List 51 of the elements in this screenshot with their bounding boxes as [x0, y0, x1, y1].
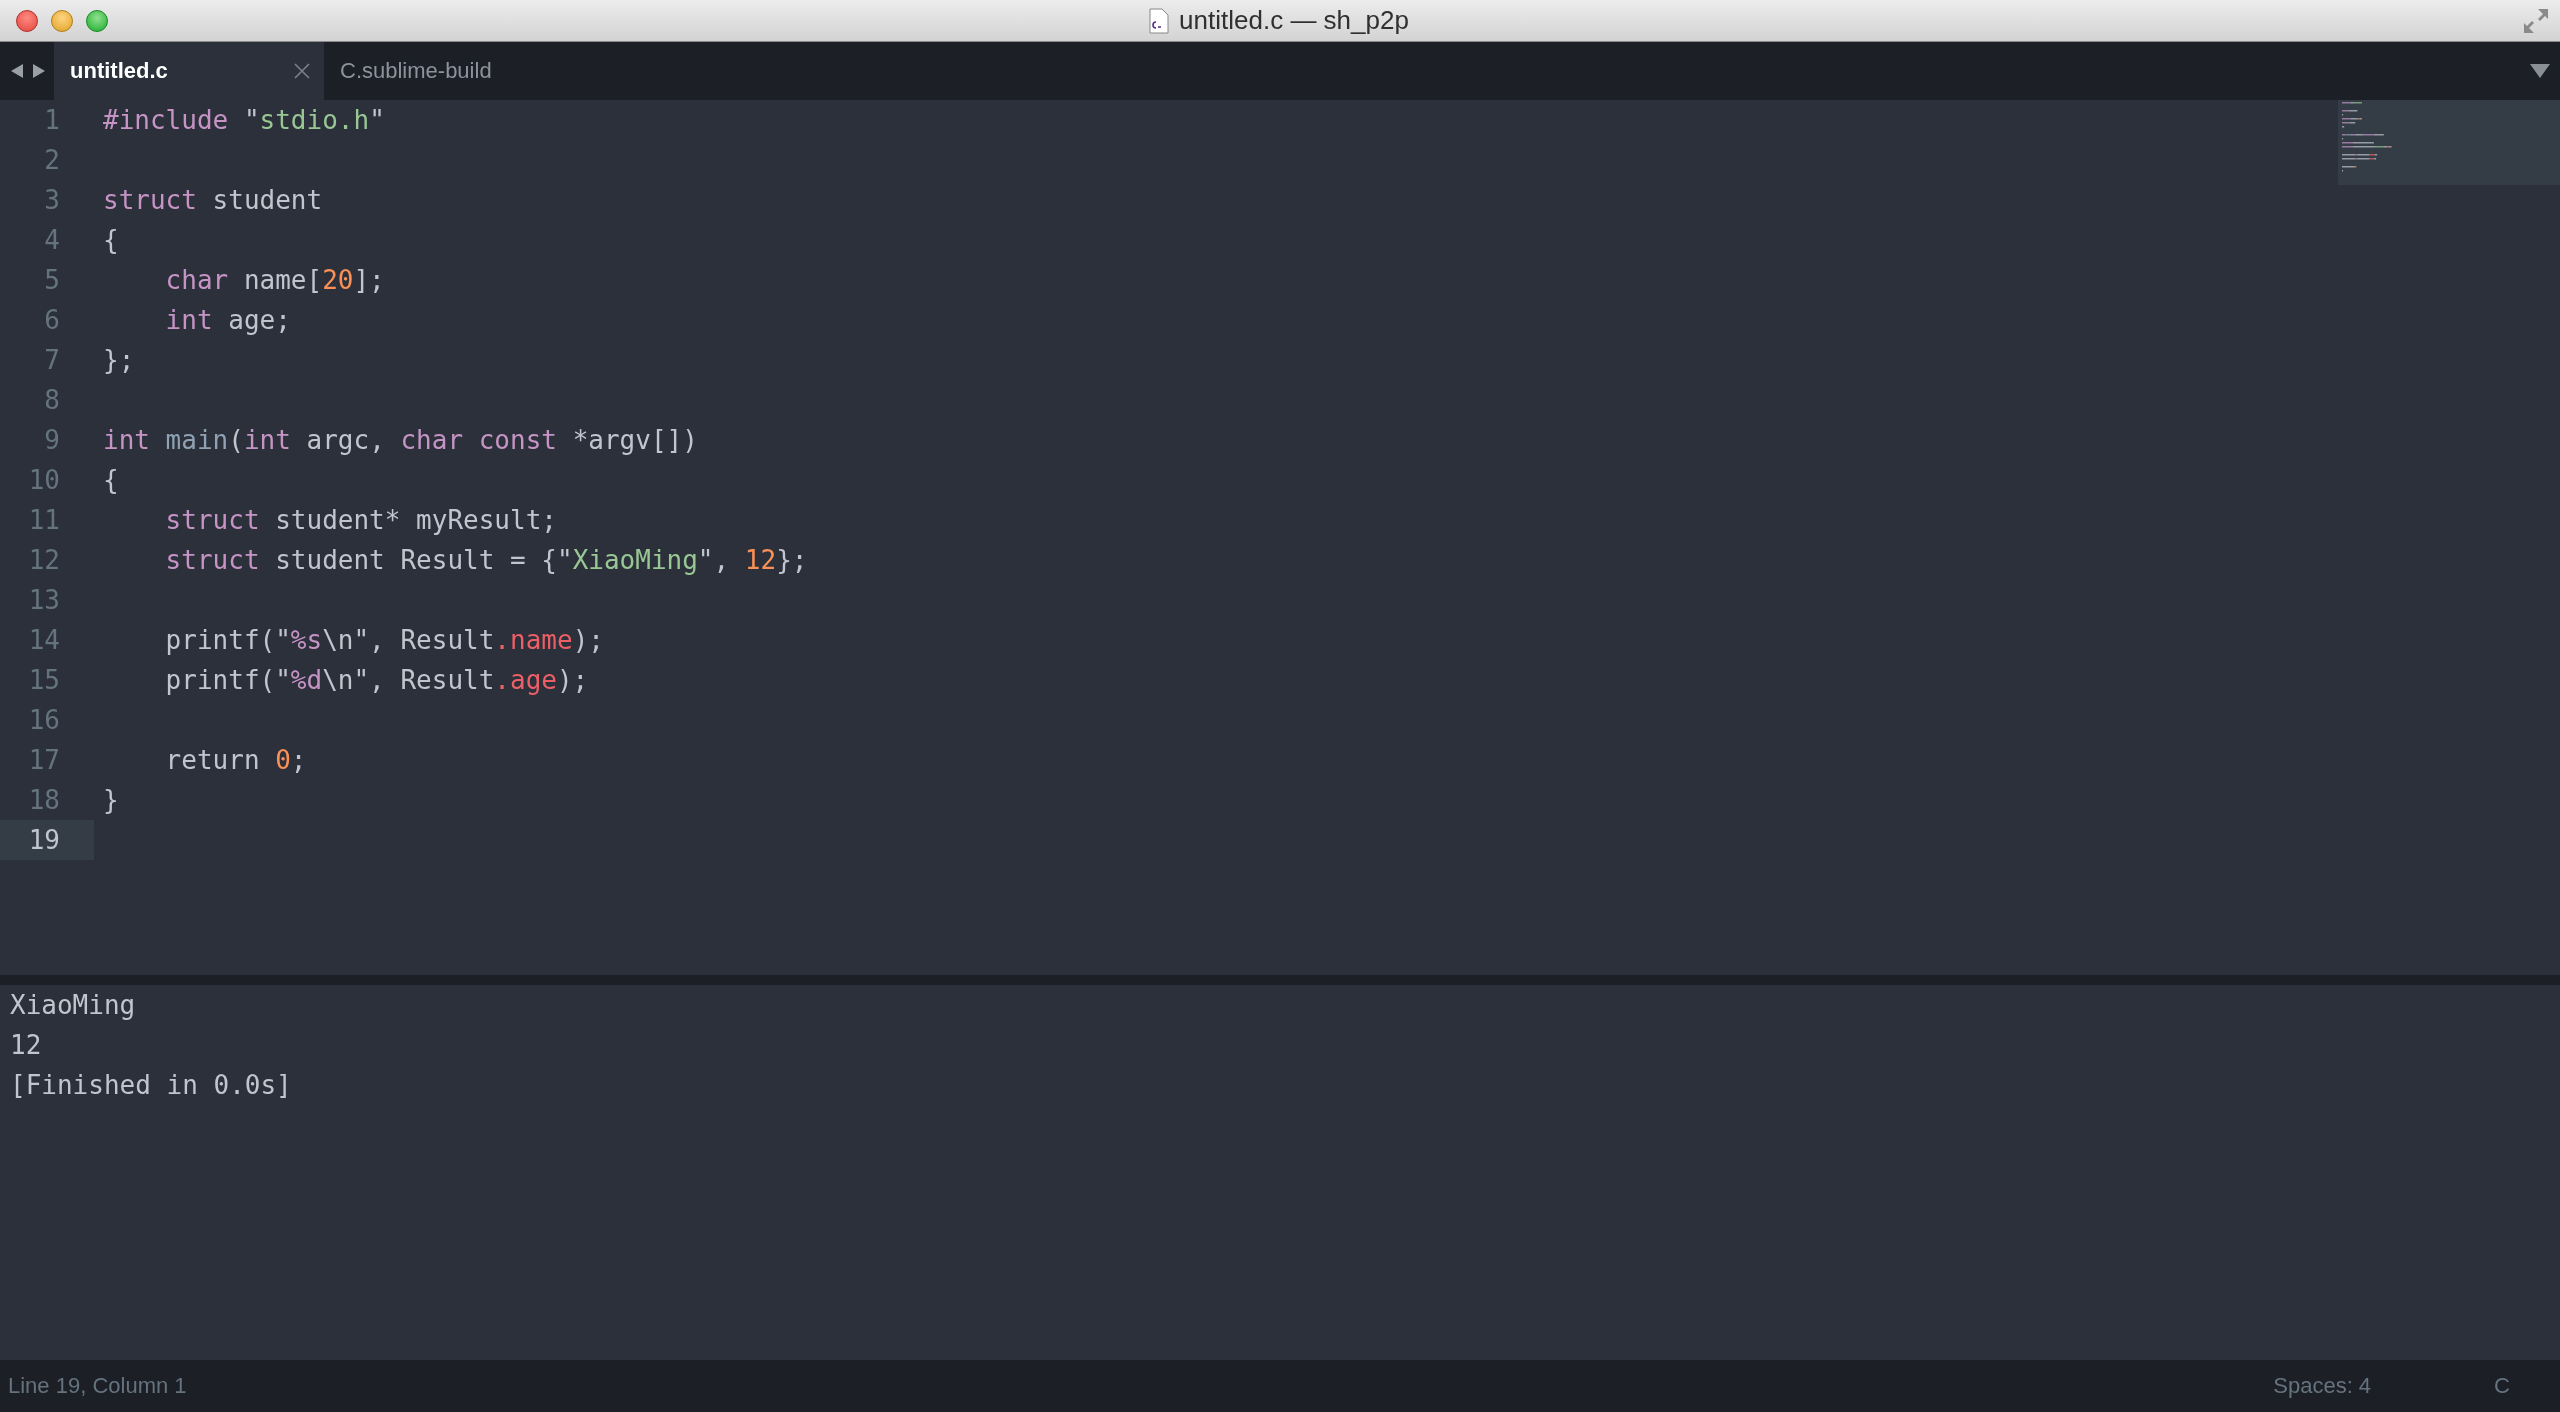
line-number: 17	[27, 744, 61, 777]
code-line: struct student	[102, 185, 323, 215]
line-number: 2	[43, 144, 61, 177]
code-line: printf("%s\n", Result.name);	[164, 625, 604, 655]
code-line: {	[102, 225, 119, 255]
code-line: printf("%d\n", Result.age);	[164, 665, 589, 695]
editor-tab[interactable]: untitled.c	[54, 42, 324, 100]
output-line: [Finished in 0.0s]	[10, 1069, 293, 1102]
fullscreen-icon[interactable]	[2522, 7, 2550, 35]
back-arrow-icon[interactable]	[10, 63, 24, 79]
line-number: 11	[27, 504, 61, 537]
output-line: XiaoMing	[10, 989, 137, 1022]
line-number: 10	[27, 464, 61, 497]
output-line: 12	[10, 1029, 43, 1062]
line-number: 6	[43, 304, 61, 337]
line-number: 9	[43, 424, 61, 457]
code-line: }	[102, 785, 119, 815]
syntax-setting[interactable]: C	[2494, 1373, 2510, 1399]
code-line: {	[102, 465, 119, 495]
minimize-icon[interactable]	[51, 9, 73, 32]
line-number: 5	[43, 264, 61, 297]
document-icon	[1149, 7, 1170, 34]
line-number: 19	[0, 820, 94, 860]
indentation-setting[interactable]: Spaces: 4	[2273, 1373, 2372, 1399]
editor-tab[interactable]: C.sublime-build	[324, 42, 594, 100]
line-number: 4	[43, 224, 61, 257]
cursor-position: Line 19, Column 1	[8, 1373, 187, 1399]
code-line: int age;	[164, 305, 291, 335]
code-line: struct student Result = {"XiaoMing", 12};	[164, 545, 808, 575]
line-number: 7	[43, 344, 61, 377]
line-number: 8	[43, 384, 61, 417]
code-line: };	[102, 345, 135, 375]
code-line: int main(int argc, char const *argv[])	[102, 425, 698, 455]
dropdown-icon[interactable]	[2530, 63, 2550, 79]
line-number: 16	[27, 704, 61, 737]
code-line: #include "stdio.h"	[102, 105, 385, 135]
code-line: struct student* myResult;	[164, 505, 557, 535]
line-number: 15	[27, 664, 61, 697]
forward-arrow-icon[interactable]	[32, 63, 46, 79]
close-icon[interactable]	[16, 9, 38, 32]
line-number: 13	[27, 584, 61, 617]
line-number: 14	[27, 624, 61, 657]
line-number: 18	[27, 784, 61, 817]
line-number: 12	[27, 544, 61, 577]
code-line: char name[20];	[164, 265, 385, 295]
code-line: return 0;	[164, 745, 307, 775]
window-title: untitled.c — sh_p2p	[1179, 5, 1409, 36]
line-number: 3	[43, 184, 61, 217]
zoom-icon[interactable]	[86, 9, 108, 32]
close-icon[interactable]	[294, 63, 310, 79]
line-number: 1	[43, 104, 61, 137]
